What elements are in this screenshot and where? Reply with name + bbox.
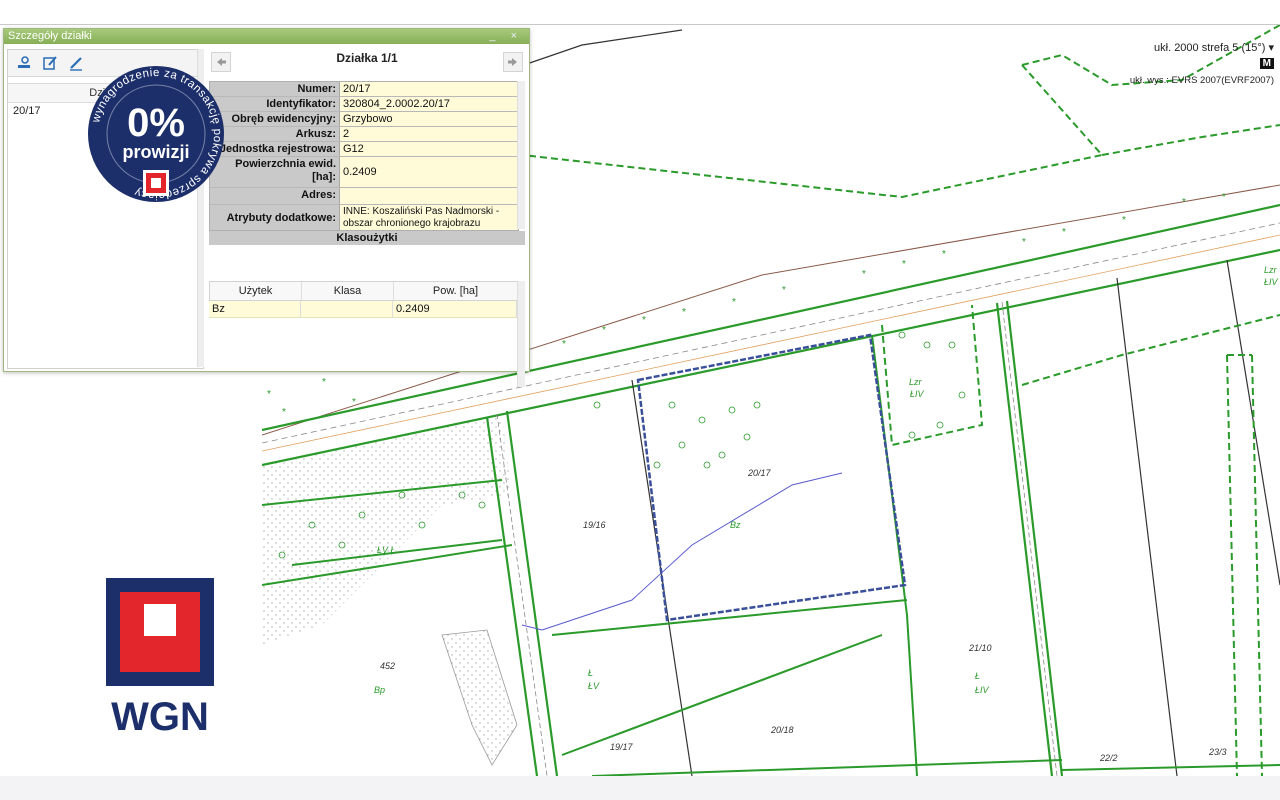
column-header-uzytek[interactable]: Użytek — [210, 282, 302, 300]
panel-titlebar[interactable]: Szczegóły działki _ × — [4, 29, 529, 44]
height-system: ukł. wys.: EVRS 2007(EVRF2007) — [1129, 75, 1274, 86]
landuse-label: Lzr — [909, 377, 922, 387]
svg-text:*: * — [732, 297, 736, 308]
top-bar — [0, 0, 1280, 25]
svg-text:*: * — [602, 325, 606, 336]
dotted-area-south — [441, 629, 518, 766]
parcel-number-label: 23/3 — [1209, 747, 1227, 757]
wgn-logo: WGN — [106, 578, 214, 739]
attribute-value: INNE: Koszaliński Pas Nadmorski - obszar… — [340, 205, 518, 230]
attribute-key: Numer: — [210, 82, 340, 96]
svg-text:*: * — [352, 397, 356, 408]
attribute-key: Adres: — [210, 188, 340, 204]
map-m-button[interactable]: M — [1259, 58, 1274, 69]
svg-text:*: * — [902, 259, 906, 270]
attribute-row: Numer: 20/17 — [210, 82, 518, 97]
parcel-details-panel: Szczegóły działki _ × Działki 20/17 Dzia… — [3, 28, 530, 387]
svg-text:*: * — [1222, 192, 1226, 203]
attribute-row: Powierzchnia ewid. [ha]: 0.2409 — [210, 157, 518, 188]
svg-text:*: * — [642, 315, 646, 326]
pencil-icon[interactable] — [66, 53, 86, 73]
attribute-key: Powierzchnia ewid. [ha]: — [210, 157, 340, 187]
zero-commission-badge: wynagrodzenie za transakcję pokrywa sprz… — [86, 64, 226, 204]
next-parcel-button[interactable] — [503, 52, 523, 72]
attribute-row: Jednostka rejestrowa: G12 — [210, 142, 518, 157]
cell-klasa — [301, 301, 393, 317]
attribute-value: 20/17 — [340, 82, 518, 96]
svg-text:*: * — [862, 269, 866, 280]
landuse-label: ŁV Ł — [377, 545, 396, 555]
attribute-key: Arkusz: — [210, 127, 340, 141]
parcel-number-label: 22/2 — [1100, 753, 1118, 763]
badge-percent: 0% — [127, 101, 185, 145]
nav-title: Działka 1/1 — [336, 51, 398, 65]
attribute-value: 0.2409 — [340, 157, 518, 187]
svg-text:*: * — [942, 249, 946, 260]
svg-text:*: * — [1022, 237, 1026, 248]
locate-parcel-icon[interactable] — [14, 53, 34, 73]
landuse-label: ŁIV — [1264, 277, 1278, 287]
coordinate-system-select[interactable]: ukł. 2000 strefa 5 (15°) ▾ — [1130, 41, 1274, 54]
table-row[interactable]: Bz 0.2409 — [209, 301, 525, 318]
attributes-scrollbar[interactable] — [517, 81, 525, 229]
svg-text:*: * — [282, 407, 286, 418]
attribute-key: Obręb ewidencyjny: — [210, 112, 340, 126]
landuse-label: Ł — [975, 671, 981, 681]
badge-word: prowizji — [123, 142, 190, 162]
svg-text:*: * — [562, 339, 566, 350]
cell-pow: 0.2409 — [393, 301, 517, 317]
column-header-klasa[interactable]: Klasa — [302, 282, 394, 300]
svg-text:*: * — [1122, 215, 1126, 226]
arrow-right-icon — [508, 58, 517, 66]
parcel-number-label: 19/17 — [610, 742, 633, 752]
parcel-number-label: 19/16 — [583, 520, 606, 530]
attribute-value: G12 — [340, 142, 518, 156]
column-header-pow[interactable]: Pow. [ha] — [394, 282, 518, 300]
klas-table-header: Użytek Klasa Pow. [ha] — [209, 281, 525, 301]
klas-scrollbar[interactable] — [517, 281, 525, 387]
panel-title: Szczegóły działki — [8, 30, 92, 42]
attribute-value: Grzybowo — [340, 112, 518, 126]
klasouzytki-header: Klasoużytki — [209, 231, 525, 245]
cell-uzytek: Bz — [209, 301, 301, 317]
attribute-row: Identyfikator: 320804_2.0002.20/17 — [210, 97, 518, 112]
attribute-row: Atrybuty dodatkowe: INNE: Koszaliński Pas… — [210, 205, 518, 230]
landuse-label: Lzr — [1264, 265, 1277, 275]
attribute-row: Obręb ewidencyjny: Grzybowo — [210, 112, 518, 127]
landuse-label: Ł — [588, 668, 594, 678]
klasouzytki-table: Użytek Klasa Pow. [ha] Bz 0.2409 — [209, 281, 525, 387]
attribute-row: Arkusz: 2 — [210, 127, 518, 142]
landuse-label: Bz — [730, 520, 741, 530]
bottom-bar — [0, 776, 1280, 800]
attribute-value: 320804_2.0002.20/17 — [340, 97, 518, 111]
attribute-key: Atrybuty dodatkowe: — [210, 205, 340, 230]
attributes-table: Numer: 20/17 Identyfikator: 320804_2.0002.… — [209, 81, 519, 231]
coordinate-info: ukł. 2000 strefa 5 (15°) ▾ M ukł. wys.: … — [1130, 41, 1274, 86]
svg-text:*: * — [782, 285, 786, 296]
landuse-label: ŁIV — [910, 389, 924, 399]
parcel-number-label: 21/10 — [969, 643, 992, 653]
svg-text:*: * — [1182, 197, 1186, 208]
parcel-number-label: 20/17 — [748, 468, 771, 478]
landuse-label: ŁIV — [975, 685, 989, 695]
attribute-key: Identyfikator: — [210, 97, 340, 111]
parcel-navigation: Działka 1/1 — [209, 49, 525, 75]
parcel-detail-column: Działka 1/1 Numer: 20/17 Identyfikator: 32… — [209, 49, 525, 387]
attribute-key: Jednostka rejestrowa: — [210, 142, 340, 156]
attribute-row: Adres: — [210, 188, 518, 205]
logo-text: WGN — [111, 695, 209, 733]
svg-text:*: * — [682, 307, 686, 318]
svg-text:*: * — [1062, 227, 1066, 238]
attribute-value — [340, 188, 518, 204]
dotted-area-west — [262, 415, 512, 645]
parcel-number-label: 452 — [380, 661, 396, 671]
svg-text:*: * — [267, 389, 271, 400]
attribute-value: 2 — [340, 127, 518, 141]
window-controls[interactable]: _ × — [489, 29, 523, 44]
edit-icon[interactable] — [40, 53, 60, 73]
landuse-label: Bp — [374, 685, 386, 695]
parcel-number-label: 20/18 — [771, 725, 794, 735]
landuse-label: ŁV — [588, 681, 600, 691]
